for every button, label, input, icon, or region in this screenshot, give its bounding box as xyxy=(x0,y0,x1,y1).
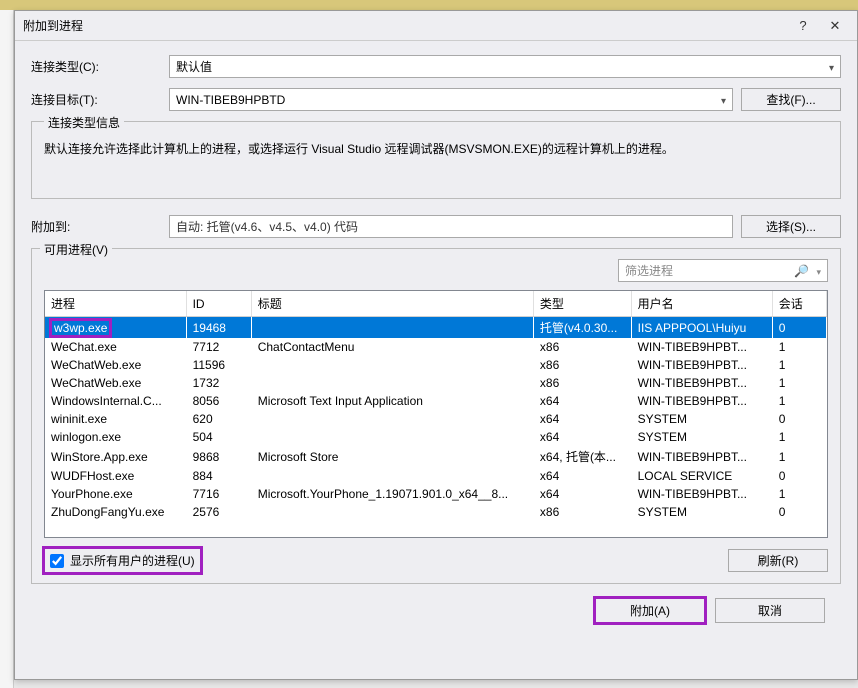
attach-to-value: 自动: 托管(v4.6、v4.5、v4.0) 代码 xyxy=(169,215,733,238)
chevron-down-icon xyxy=(721,93,726,107)
table-row[interactable]: WeChatWeb.exe1732x86WIN-TIBEB9HPBT...1 xyxy=(45,374,827,392)
connection-target-label: 连接目标(T): xyxy=(31,91,161,108)
table-row[interactable]: YourPhone.exe7716Microsoft.YourPhone_1.1… xyxy=(45,485,827,503)
col-title[interactable]: 标题 xyxy=(251,291,533,317)
attach-to-process-dialog: 附加到进程 ? ✕ 连接类型(C): 默认值 连接目标(T): WIN-TIBE… xyxy=(14,10,858,680)
connection-type-select[interactable]: 默认值 xyxy=(169,55,841,78)
table-row[interactable]: WinStore.App.exe9868Microsoft Storex64, … xyxy=(45,446,827,467)
attach-to-label: 附加到: xyxy=(31,218,161,235)
table-row[interactable]: WUDFHost.exe884x64LOCAL SERVICE0 xyxy=(45,467,827,485)
connection-target-select[interactable]: WIN-TIBEB9HPBTD xyxy=(169,88,733,111)
dropdown-icon: ▾ xyxy=(816,267,821,277)
connection-type-info-box: 连接类型信息 默认连接允许选择此计算机上的进程，或选择运行 Visual Stu… xyxy=(31,121,841,199)
select-button[interactable]: 选择(S)... xyxy=(741,215,841,238)
titlebar: 附加到进程 ? ✕ xyxy=(15,11,857,41)
search-icon: 🔎 xyxy=(794,264,809,278)
table-row[interactable]: WeChatWeb.exe11596x86WIN-TIBEB9HPBT...1 xyxy=(45,356,827,374)
available-processes-label: 可用进程(V) xyxy=(40,241,112,258)
table-header-row: 进程 ID 标题 类型 用户名 会话 xyxy=(45,291,827,317)
attach-button[interactable]: 附加(A) xyxy=(595,598,705,623)
refresh-button[interactable]: 刷新(R) xyxy=(728,549,828,572)
connection-type-info-title: 连接类型信息 xyxy=(44,114,124,131)
dialog-title: 附加到进程 xyxy=(23,17,83,34)
connection-type-label: 连接类型(C): xyxy=(31,58,161,75)
table-row[interactable]: ZhuDongFangYu.exe2576x86SYSTEM0 xyxy=(45,503,827,521)
show-all-users-checkbox[interactable]: 显示所有用户的进程(U) xyxy=(44,548,201,573)
help-icon[interactable]: ? xyxy=(789,16,817,36)
table-row[interactable]: w3wp.exe19468托管(v4.0.30...IIS APPPOOL\Hu… xyxy=(45,317,827,339)
process-table[interactable]: 进程 ID 标题 类型 用户名 会话 w3wp.exe19468托管(v4.0.… xyxy=(44,290,828,538)
col-session[interactable]: 会话 xyxy=(772,291,826,317)
table-row[interactable]: WindowsInternal.C...8056Microsoft Text I… xyxy=(45,392,827,410)
col-user[interactable]: 用户名 xyxy=(631,291,772,317)
find-button[interactable]: 查找(F)... xyxy=(741,88,841,111)
available-processes-group: 可用进程(V) 筛选进程 🔎 ▾ 进程 xyxy=(31,248,841,584)
table-row[interactable]: WeChat.exe7712ChatContactMenux86WIN-TIBE… xyxy=(45,338,827,356)
connection-type-info-text: 默认连接允许选择此计算机上的进程，或选择运行 Visual Studio 远程调… xyxy=(44,140,828,158)
table-row[interactable]: wininit.exe620x64SYSTEM0 xyxy=(45,410,827,428)
close-icon[interactable]: ✕ xyxy=(821,16,849,36)
filter-input[interactable]: 筛选进程 🔎 ▾ xyxy=(618,259,828,282)
col-type[interactable]: 类型 xyxy=(533,291,631,317)
col-process[interactable]: 进程 xyxy=(45,291,186,317)
col-id[interactable]: ID xyxy=(186,291,251,317)
cancel-button[interactable]: 取消 xyxy=(715,598,825,623)
table-row[interactable]: winlogon.exe504x64SYSTEM1 xyxy=(45,428,827,446)
chevron-down-icon xyxy=(829,60,834,74)
